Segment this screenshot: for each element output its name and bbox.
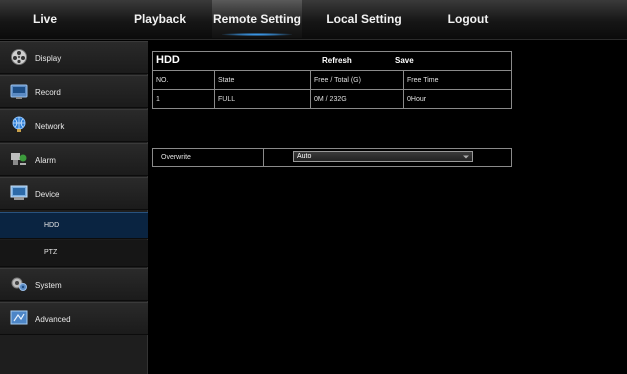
sidebar-item-record[interactable]: Record	[0, 75, 148, 108]
table-row[interactable]: 1 FULL 0M / 232G 0Hour	[153, 90, 511, 109]
page-title: HDD	[156, 54, 180, 66]
column-header: State	[215, 71, 311, 90]
table-cell: 0Hour	[407, 96, 427, 103]
table-cell: FULL	[215, 90, 311, 109]
sidebar: Display Record Network Alarm Device HDD …	[0, 41, 148, 374]
sidebar-item-system[interactable]: System	[0, 268, 148, 301]
sidebar-item-label: Display	[35, 54, 62, 63]
sidebar-item-label: Alarm	[35, 156, 56, 165]
table-cell: 1	[153, 90, 215, 109]
sidebar-item-label: Network	[35, 122, 65, 131]
advanced-icon	[10, 310, 28, 325]
tab-playback[interactable]: Playback	[120, 0, 200, 38]
tab-logout[interactable]: Logout	[436, 0, 500, 38]
column-header: NO.	[153, 71, 215, 90]
overwrite-row: Overwrite Auto	[152, 148, 512, 167]
overwrite-value: Auto	[297, 153, 312, 160]
table-cell: 0M / 232G	[311, 90, 404, 109]
chevron-down-icon	[463, 155, 469, 159]
overwrite-select[interactable]: Auto	[293, 151, 473, 162]
hdd-panel-header: HDD Refresh Save	[153, 52, 511, 71]
divider	[263, 149, 264, 166]
sidebar-subitem-hdd[interactable]: HDD	[0, 212, 148, 239]
network-icon	[12, 116, 26, 132]
record-icon	[10, 84, 28, 99]
column-header: Free Time	[407, 77, 439, 84]
sidebar-item-label: Record	[35, 88, 61, 97]
device-icon	[10, 185, 28, 200]
table-header-row: NO. State Free / Total (G) Free Time	[153, 71, 511, 90]
alarm-icon	[11, 153, 27, 165]
sidebar-item-alarm[interactable]: Alarm	[0, 143, 148, 176]
column-header: Free / Total (G)	[311, 71, 404, 90]
sidebar-item-label: Device	[35, 190, 60, 199]
sidebar-subitem-label: HDD	[44, 222, 60, 229]
sidebar-subitem-label: PTZ	[44, 249, 58, 256]
sidebar-item-label: System	[35, 281, 62, 290]
save-button[interactable]: Save	[395, 56, 414, 65]
tab-remote-setting[interactable]: Remote Setting	[212, 0, 302, 38]
sidebar-subitem-ptz[interactable]: PTZ	[0, 240, 148, 267]
overwrite-label: Overwrite	[161, 154, 191, 161]
tab-local-setting[interactable]: Local Setting	[314, 0, 414, 38]
top-nav-bar: Live Playback Remote Setting Local Setti…	[0, 0, 627, 40]
sidebar-item-label: Advanced	[35, 315, 71, 324]
sidebar-item-display[interactable]: Display	[0, 41, 148, 74]
display-icon	[11, 49, 27, 65]
refresh-button[interactable]: Refresh	[322, 56, 352, 65]
tab-live[interactable]: Live	[14, 0, 76, 38]
hdd-panel: HDD Refresh Save NO. State Free / Total …	[152, 51, 512, 109]
sidebar-item-network[interactable]: Network	[0, 109, 148, 142]
system-icon	[11, 277, 27, 291]
sidebar-item-device[interactable]: Device	[0, 177, 148, 210]
sidebar-item-advanced[interactable]: Advanced	[0, 302, 148, 335]
